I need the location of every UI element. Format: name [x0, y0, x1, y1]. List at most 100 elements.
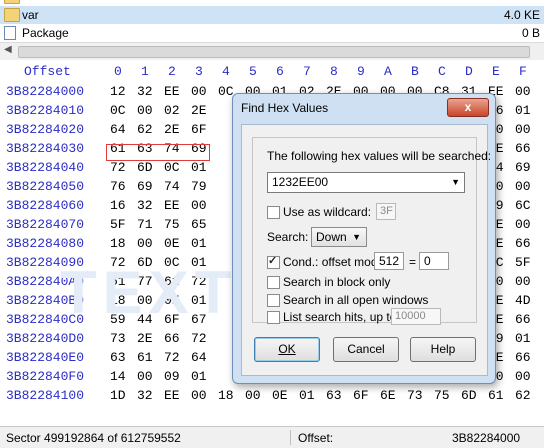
hex-byte[interactable]: 18: [110, 293, 126, 308]
hex-byte[interactable]: 67: [191, 312, 207, 327]
help-button[interactable]: Help: [410, 337, 476, 362]
hex-byte[interactable]: 74: [164, 179, 180, 194]
hex-byte[interactable]: 61: [110, 274, 126, 289]
hex-byte[interactable]: 64: [191, 350, 207, 365]
hex-byte[interactable]: 00: [191, 198, 207, 213]
hex-byte[interactable]: 72: [164, 350, 180, 365]
cond-mod-field[interactable]: 512: [374, 252, 404, 270]
hex-byte[interactable]: 62: [515, 388, 531, 403]
hex-byte[interactable]: 6D: [137, 160, 153, 175]
hex-byte[interactable]: 69: [137, 179, 153, 194]
hex-byte[interactable]: 2E: [137, 331, 153, 346]
hex-byte[interactable]: 4D: [515, 293, 531, 308]
hex-byte[interactable]: 00: [515, 217, 531, 232]
hex-byte[interactable]: 00: [515, 84, 531, 99]
hex-byte[interactable]: 69: [515, 160, 531, 175]
wildcard-field[interactable]: 3F: [376, 203, 396, 220]
hex-byte[interactable]: 73: [110, 331, 126, 346]
hex-byte[interactable]: 72: [110, 160, 126, 175]
hex-byte[interactable]: 01: [191, 293, 207, 308]
hex-byte[interactable]: 6E: [380, 388, 396, 403]
hex-byte[interactable]: 00: [515, 369, 531, 384]
hex-byte[interactable]: 14: [110, 369, 126, 384]
hex-byte[interactable]: 63: [326, 388, 342, 403]
hex-byte[interactable]: 00: [137, 236, 153, 251]
hex-byte[interactable]: 44: [137, 312, 153, 327]
hex-byte[interactable]: 00: [515, 122, 531, 137]
hex-byte[interactable]: 6F: [353, 388, 369, 403]
hex-byte[interactable]: 66: [515, 350, 531, 365]
hex-byte[interactable]: 0E: [164, 293, 180, 308]
hex-byte[interactable]: 73: [407, 388, 423, 403]
hex-byte[interactable]: 76: [110, 179, 126, 194]
hex-byte[interactable]: 00: [245, 388, 261, 403]
hex-byte[interactable]: 61: [488, 388, 504, 403]
chevron-down-icon[interactable]: ▼: [451, 177, 460, 187]
hex-byte[interactable]: 72: [191, 274, 207, 289]
close-button[interactable]: x: [447, 98, 489, 117]
hex-byte[interactable]: 32: [137, 198, 153, 213]
hex-byte[interactable]: 02: [164, 103, 180, 118]
hex-byte[interactable]: 71: [137, 217, 153, 232]
hex-byte[interactable]: 63: [110, 350, 126, 365]
hex-byte[interactable]: 6F: [164, 312, 180, 327]
ok-button[interactable]: OK: [254, 337, 320, 362]
hex-byte[interactable]: 00: [515, 274, 531, 289]
hex-byte[interactable]: 01: [191, 255, 207, 270]
hex-byte[interactable]: 6F: [191, 122, 207, 137]
hex-byte[interactable]: 18: [218, 388, 234, 403]
hex-byte[interactable]: 66: [515, 236, 531, 251]
search-direction-select[interactable]: Down ▼: [311, 227, 367, 247]
hex-byte[interactable]: 00: [191, 388, 207, 403]
hex-byte[interactable]: 01: [299, 388, 315, 403]
horizontal-scrollbar[interactable]: ◀: [0, 42, 544, 61]
hex-row[interactable]: 3B82284100 1D 32 EE 00 18 00 0E 01 63 6F 6E 73 75 6D 61…: [0, 388, 544, 406]
hex-byte[interactable]: 00: [515, 179, 531, 194]
scroll-thumb[interactable]: [18, 46, 530, 58]
hex-byte[interactable]: 6C: [515, 198, 531, 213]
hex-byte[interactable]: EE: [164, 84, 180, 99]
scroll-left-icon[interactable]: ◀: [4, 44, 12, 55]
hex-byte[interactable]: 01: [515, 331, 531, 346]
hex-byte[interactable]: 61: [137, 350, 153, 365]
list-hits-field[interactable]: 10000: [391, 308, 441, 325]
hex-byte[interactable]: 77: [137, 274, 153, 289]
hex-byte[interactable]: 5F: [515, 255, 531, 270]
hex-byte[interactable]: EE: [164, 388, 180, 403]
hex-byte[interactable]: 09: [164, 369, 180, 384]
hex-byte[interactable]: 64: [110, 122, 126, 137]
hex-byte[interactable]: 59: [110, 312, 126, 327]
hex-byte[interactable]: 2E: [164, 122, 180, 137]
hex-byte[interactable]: 0E: [272, 388, 288, 403]
hex-byte[interactable]: 66: [515, 141, 531, 156]
cond-offset-checkbox[interactable]: [267, 254, 280, 269]
hex-byte[interactable]: 1D: [110, 388, 126, 403]
cond-value-field[interactable]: 0: [419, 252, 449, 270]
hex-byte[interactable]: EE: [164, 198, 180, 213]
hex-byte[interactable]: 32: [137, 84, 153, 99]
hex-byte[interactable]: 61: [164, 274, 180, 289]
block-only-checkbox[interactable]: [267, 276, 280, 289]
hex-byte[interactable]: 66: [164, 331, 180, 346]
hex-byte[interactable]: 01: [191, 160, 207, 175]
hex-byte[interactable]: 01: [191, 369, 207, 384]
hex-byte[interactable]: 65: [191, 217, 207, 232]
wildcard-checkbox[interactable]: [267, 206, 280, 219]
list-hits-checkbox[interactable]: [267, 311, 280, 324]
hex-byte[interactable]: 72: [191, 331, 207, 346]
hex-byte[interactable]: 00: [137, 369, 153, 384]
hex-byte[interactable]: 0E: [164, 236, 180, 251]
hex-byte[interactable]: 00: [137, 103, 153, 118]
hex-byte[interactable]: 2E: [191, 103, 207, 118]
hex-byte[interactable]: 66: [515, 312, 531, 327]
hex-byte[interactable]: 16: [110, 198, 126, 213]
hex-byte[interactable]: 32: [137, 388, 153, 403]
hex-byte[interactable]: 01: [191, 236, 207, 251]
hex-byte[interactable]: 75: [434, 388, 450, 403]
hex-byte[interactable]: 6D: [137, 255, 153, 270]
all-windows-checkbox[interactable]: [267, 294, 280, 307]
hex-byte[interactable]: 75: [164, 217, 180, 232]
hex-byte[interactable]: 12: [110, 84, 126, 99]
hex-byte[interactable]: 0C: [164, 255, 180, 270]
hex-byte[interactable]: 00: [137, 293, 153, 308]
